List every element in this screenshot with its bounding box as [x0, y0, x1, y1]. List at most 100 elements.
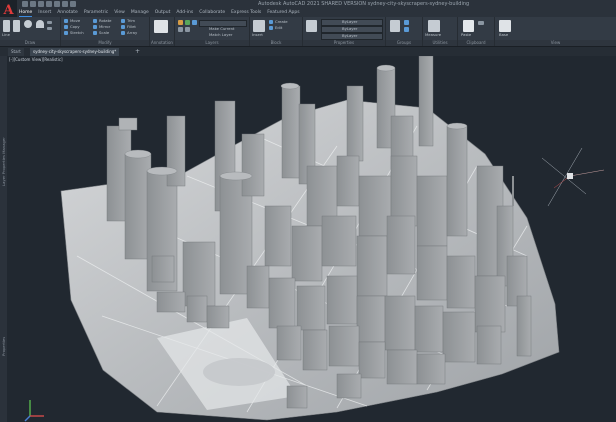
modify-mirror-label[interactable]: Mirror	[99, 25, 110, 29]
layer-off-icon[interactable]	[185, 27, 190, 32]
edit-block-icon[interactable]	[269, 26, 273, 30]
panel-label-modify: Modify	[61, 40, 149, 46]
trim-icon[interactable]	[121, 19, 125, 23]
title-bar: Autodesk AutoCAD 2021 SHARED VERSION syd…	[0, 0, 616, 9]
block-edit-label[interactable]: Edit	[275, 26, 282, 30]
copy-clip-icon[interactable]	[478, 21, 484, 25]
panel-layers: Make Current Match Layer Layers	[175, 17, 250, 46]
copy-icon[interactable]	[64, 25, 68, 29]
tab-drawing[interactable]: sydney-city-skyscrapers-sydney-building*	[30, 48, 120, 56]
properties-palette-label[interactable]: Properties	[1, 337, 6, 356]
modify-trim-label[interactable]: Trim	[127, 19, 135, 23]
color-dropdown[interactable]: ByLayer	[321, 19, 383, 26]
ribbon-tab-featured-apps[interactable]: Featured Apps	[267, 9, 299, 17]
save-icon[interactable]	[38, 1, 44, 7]
circle-icon[interactable]	[24, 20, 32, 28]
move-icon[interactable]	[64, 19, 68, 23]
ribbon-tab-addins[interactable]: Add-ins	[176, 9, 193, 17]
polyline-icon[interactable]	[13, 20, 20, 32]
ribbon-tab-collaborate[interactable]: Collaborate	[199, 9, 225, 17]
linetype-dropdown[interactable]: ByLayer	[321, 33, 383, 40]
linetype-dropdown-value: ByLayer	[342, 33, 358, 38]
block-insert-label[interactable]: Insert	[252, 33, 263, 37]
layer-freeze-icon[interactable]	[185, 20, 190, 25]
panel-groups: Groups	[386, 17, 423, 46]
ribbon-tab-output[interactable]: Output	[155, 9, 171, 17]
modify-stretch-label[interactable]: Stretch	[70, 31, 84, 35]
lineweight-dropdown[interactable]: ByLayer	[321, 26, 383, 33]
group-icon[interactable]	[390, 20, 400, 32]
line-icon[interactable]	[3, 20, 10, 32]
panel-label-block: Block	[250, 40, 302, 46]
layer-lock-icon[interactable]	[192, 20, 197, 25]
drawing-viewport[interactable]: [-][Custom View][Realistic]	[7, 56, 616, 422]
ribbon-tab-insert[interactable]: Insert	[38, 9, 51, 17]
block-create-label[interactable]: Create	[275, 20, 288, 24]
mirror-icon[interactable]	[93, 25, 97, 29]
clipboard-paste-label[interactable]: Paste	[461, 33, 471, 37]
file-tab-bar: Start sydney-city-skyscrapers-sydney-bui…	[0, 47, 616, 56]
park	[203, 358, 275, 386]
base-view-icon[interactable]	[499, 20, 511, 32]
array-icon[interactable]	[121, 31, 125, 35]
panel-label-view: View	[495, 40, 616, 46]
save-as-icon[interactable]	[46, 1, 52, 7]
modify-move-label[interactable]: Move	[70, 19, 80, 23]
new-icon[interactable]	[22, 1, 28, 7]
panel-block: Insert Create Edit Block	[250, 17, 303, 46]
lineweight-dropdown-value: ByLayer	[342, 26, 358, 31]
stretch-icon[interactable]	[64, 31, 68, 35]
ribbon-tab-parametric[interactable]: Parametric	[84, 9, 108, 17]
modify-rotate-label[interactable]: Rotate	[99, 19, 111, 23]
scale-icon[interactable]	[93, 31, 97, 35]
utilities-measure-label[interactable]: Measure	[425, 33, 441, 37]
hatch-icon[interactable]	[47, 27, 52, 30]
layer-properties-palette-label[interactable]: Layer Properties Manager	[1, 137, 6, 186]
panel-label-layers: Layers	[175, 40, 249, 46]
layer-on-icon[interactable]	[178, 20, 183, 25]
modify-copy-label[interactable]: Copy	[70, 25, 80, 29]
ribbon-tab-home[interactable]: Home	[19, 9, 33, 17]
open-icon[interactable]	[30, 1, 36, 7]
undo-icon[interactable]	[62, 1, 68, 7]
group-edit-icon[interactable]	[404, 27, 409, 32]
color-dropdown-value: ByLayer	[342, 19, 358, 24]
measure-icon[interactable]	[428, 20, 440, 32]
text-icon[interactable]	[154, 20, 168, 33]
modify-array-label[interactable]: Array	[127, 31, 137, 35]
ribbon-tab-manage[interactable]: Manage	[131, 9, 149, 17]
ribbon-tab-express-tools[interactable]: Express Tools	[231, 9, 261, 17]
rectangle-icon[interactable]	[47, 21, 52, 24]
create-block-icon[interactable]	[269, 20, 273, 24]
panel-label-clipboard: Clipboard	[458, 40, 494, 46]
window-title: Autodesk AutoCAD 2021 SHARED VERSION syd…	[258, 1, 470, 7]
plot-icon[interactable]	[54, 1, 60, 7]
redo-icon[interactable]	[70, 1, 76, 7]
modify-scale-label[interactable]: Scale	[99, 31, 109, 35]
rotate-icon[interactable]	[93, 19, 97, 23]
modify-fillet-label[interactable]: Fillet	[127, 25, 136, 29]
layers-make-current-label[interactable]: Make Current	[209, 27, 234, 31]
fillet-icon[interactable]	[121, 25, 125, 29]
panel-label-annotation: Annotation	[150, 40, 174, 46]
panel-view: Base View	[495, 17, 616, 46]
view-base-label[interactable]: Base	[499, 33, 508, 37]
panel-modify: Move Copy Stretch Rotate Mirror Scale Tr…	[61, 17, 150, 46]
panel-draw: Line Draw	[0, 17, 61, 46]
panel-annotation: Annotation	[150, 17, 175, 46]
ungroup-icon[interactable]	[404, 20, 409, 25]
new-tab-icon[interactable]: +	[135, 48, 140, 56]
tab-start[interactable]: Start	[8, 48, 24, 56]
ribbon-tab-view[interactable]: View	[114, 9, 125, 17]
ribbon: Line Draw Move Copy Stretch Rotate Mirro…	[0, 17, 616, 47]
layers-match-label[interactable]: Match Layer	[209, 33, 232, 37]
paste-icon[interactable]	[463, 20, 474, 32]
ribbon-tab-annotate[interactable]: Annotate	[57, 9, 78, 17]
layer-isolate-icon[interactable]	[178, 27, 183, 32]
panel-label-groups: Groups	[386, 40, 422, 46]
arc-icon[interactable]	[36, 20, 44, 28]
viewcube-compass[interactable]	[541, 147, 605, 207]
match-properties-icon[interactable]	[306, 20, 317, 32]
city-model[interactable]	[7, 56, 616, 422]
insert-block-icon[interactable]	[253, 20, 265, 32]
